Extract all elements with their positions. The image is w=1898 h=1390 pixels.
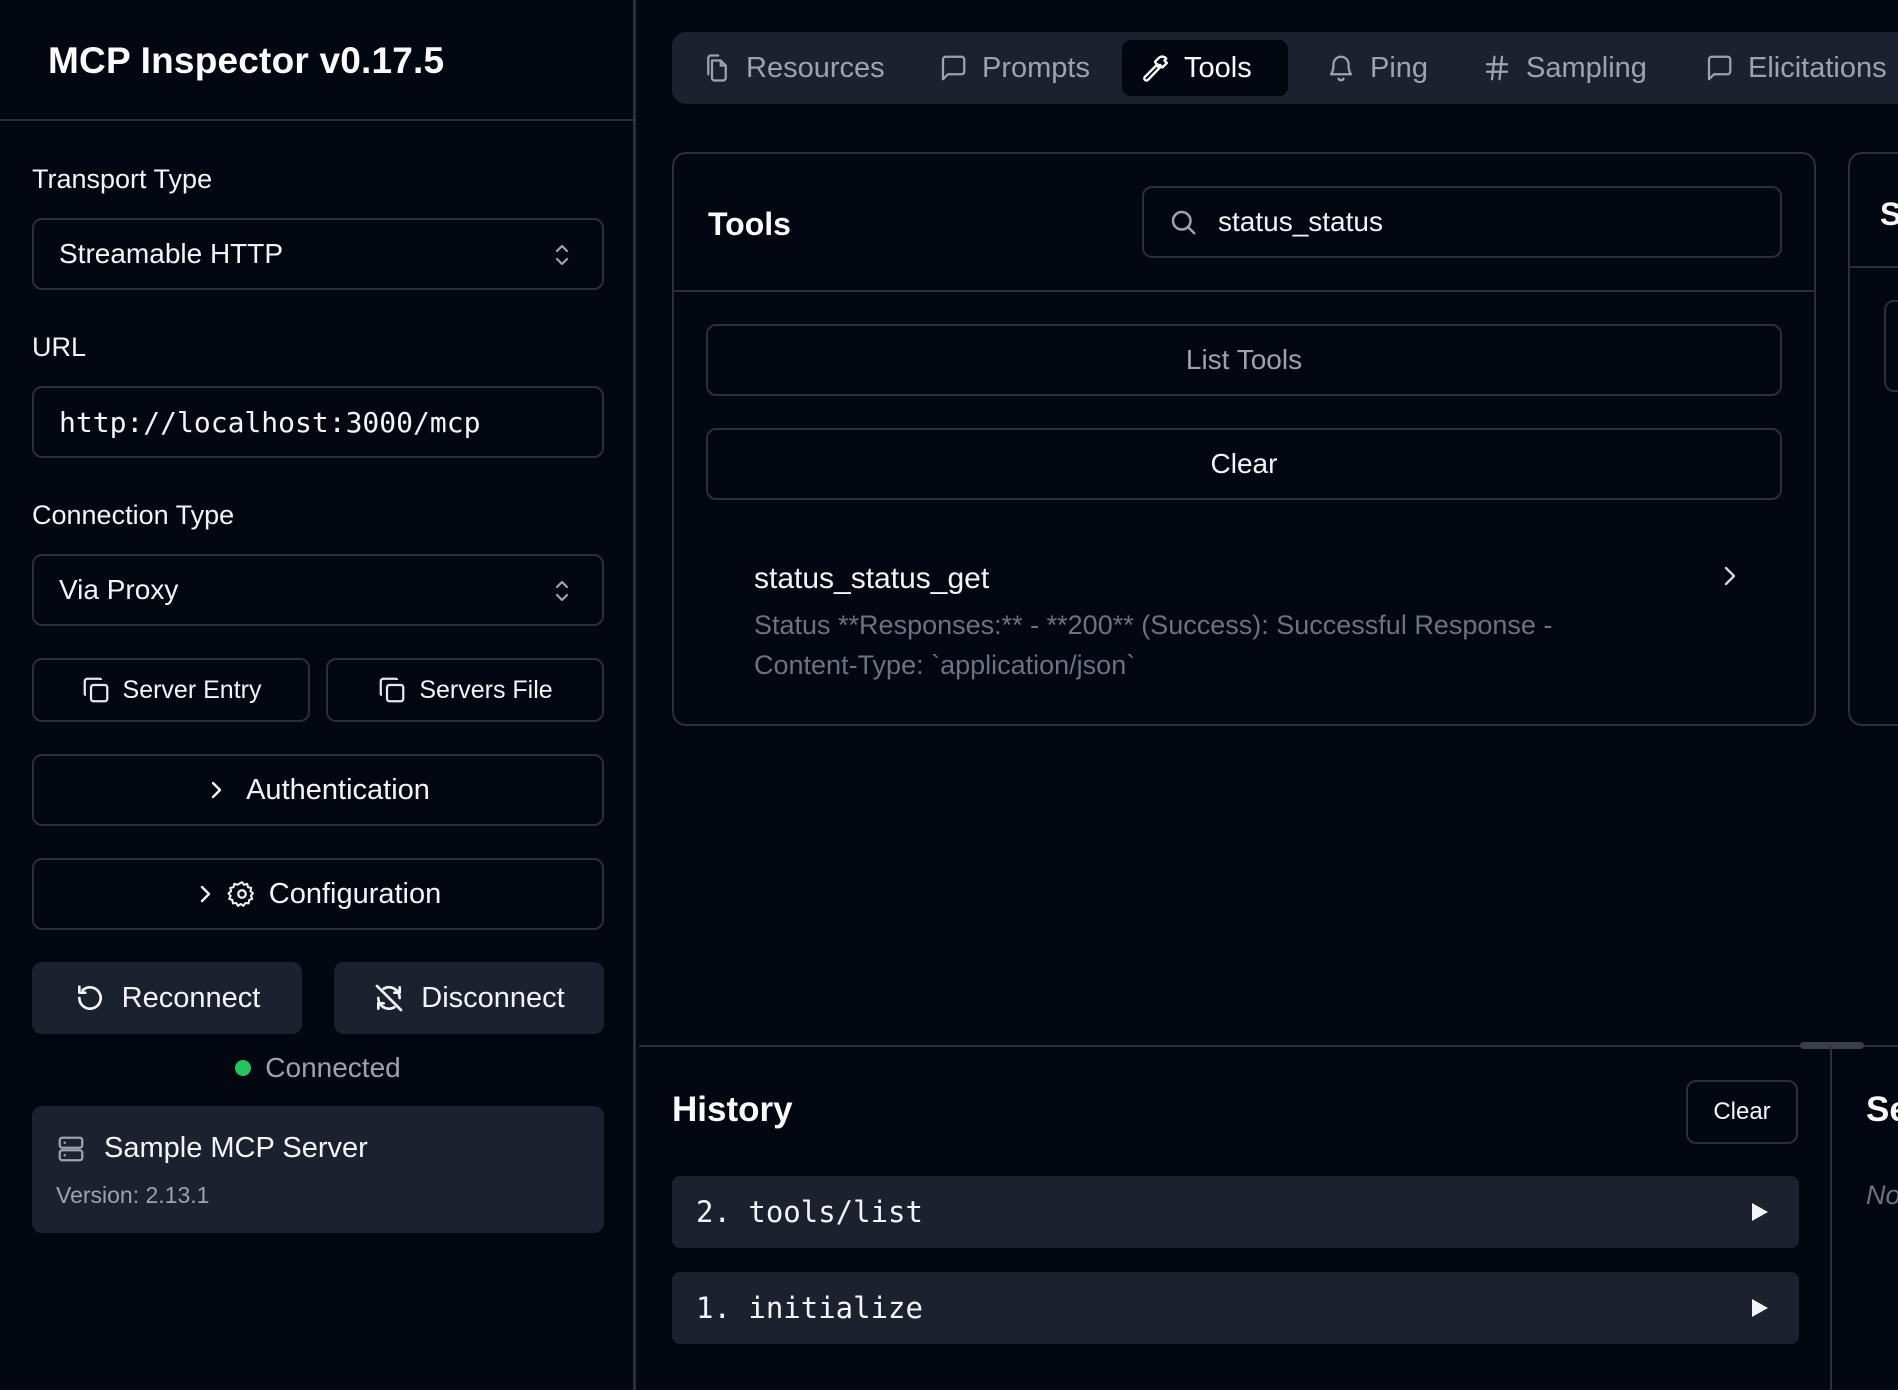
chevrons-up-down-icon [552, 242, 572, 268]
server-entry-label: Server Entry [122, 675, 262, 704]
disconnect-label: Disconnect [421, 981, 565, 1014]
tab-sampling-label: Sampling [1526, 51, 1647, 84]
servers-file-button[interactable]: Servers File [326, 658, 604, 722]
chevron-right-icon [206, 778, 226, 802]
list-tools-button[interactable]: List Tools [706, 324, 1782, 396]
authentication-toggle[interactable]: Authentication [32, 754, 604, 826]
configuration-toggle[interactable]: Configuration [32, 858, 604, 930]
clear-history-label: Clear [1713, 1098, 1771, 1125]
history-vertical-divider [1830, 1046, 1832, 1390]
tool-description-line1: Status **Responses:** - **200** (Success… [754, 610, 1553, 640]
server-notifications-empty: No [1866, 1180, 1898, 1210]
reconnect-label: Reconnect [121, 981, 261, 1014]
connection-type-select[interactable]: Via Proxy [32, 554, 604, 626]
servers-file-label: Servers File [419, 675, 553, 704]
status-text: Connected [265, 1052, 401, 1083]
play-icon [1749, 1200, 1771, 1224]
tab-tools[interactable]: Tools [1122, 40, 1288, 96]
transport-type-label: Transport Type [32, 164, 213, 194]
hammer-icon [1140, 53, 1170, 83]
files-icon [702, 53, 732, 83]
clear-history-button[interactable]: Clear [1686, 1080, 1798, 1144]
search-icon [1168, 207, 1198, 237]
tab-prompts-label: Prompts [982, 51, 1090, 84]
connection-status: Connected [0, 1052, 636, 1084]
tab-elicitations[interactable]: Elicitations [1686, 40, 1898, 96]
copy-icon [81, 675, 111, 705]
clear-tools-button[interactable]: Clear [706, 428, 1782, 500]
history-item[interactable]: 1. initialize [672, 1272, 1799, 1344]
sidebar-header-divider [0, 119, 636, 121]
tab-ping-label: Ping [1370, 51, 1429, 84]
tools-search-input[interactable]: status_status [1142, 186, 1782, 258]
tab-ping[interactable]: Ping [1308, 40, 1446, 96]
bell-icon [1326, 53, 1356, 83]
history-title: History [672, 1090, 793, 1129]
history-item-label: 1. initialize [696, 1291, 923, 1325]
play-icon [1749, 1296, 1771, 1320]
server-name: Sample MCP Server [104, 1132, 368, 1164]
authentication-label: Authentication [246, 773, 430, 806]
server-entry-button[interactable]: Server Entry [32, 658, 310, 722]
tab-bar: Resources Prompts Tools Ping Sampling El… [672, 32, 1898, 104]
copy-icon [377, 675, 407, 705]
sidebar: MCP Inspector v0.17.5 Transport Type Str… [0, 0, 636, 1390]
status-dot [235, 1060, 252, 1076]
tab-resources[interactable]: Resources [684, 40, 903, 96]
app-title: MCP Inspector v0.17.5 [48, 40, 445, 81]
tool-details-divider [1850, 266, 1898, 268]
connection-type-value: Via Proxy [59, 574, 179, 605]
message-square-icon [938, 53, 968, 83]
resize-handle[interactable] [1800, 1042, 1864, 1049]
hash-icon [1482, 53, 1512, 83]
transport-type-value: Streamable HTTP [59, 238, 284, 269]
url-value: http://localhost:3000/mcp [59, 405, 481, 439]
chevron-right-icon [1720, 562, 1740, 590]
server-icon [56, 1134, 86, 1164]
connection-type-label: Connection Type [32, 500, 235, 530]
tool-description-line2: Content-Type: `application/json` [754, 650, 1136, 680]
tool-name: status_status_get [754, 562, 990, 595]
tool-details-title: S [1880, 196, 1898, 232]
tools-panel-title: Tools [708, 206, 791, 242]
server-version: Version: 2.13.1 [56, 1182, 210, 1208]
tool-details-panel: S [1848, 152, 1898, 726]
list-tools-label: List Tools [1185, 344, 1303, 375]
tools-search-value: status_status [1218, 206, 1383, 237]
tools-header-divider [674, 290, 1814, 292]
chevron-right-icon [195, 882, 215, 906]
refresh-off-icon [373, 982, 405, 1014]
clear-tools-label: Clear [1210, 448, 1278, 479]
message-square-icon [1704, 53, 1734, 83]
server-info-card: Sample MCP Server Version: 2.13.1 [32, 1106, 604, 1233]
history-divider [639, 1045, 1898, 1047]
disconnect-button[interactable]: Disconnect [334, 962, 604, 1034]
server-notifications-title: Se [1866, 1090, 1898, 1129]
tools-panel: Tools status_status List Tools Clear sta… [672, 152, 1816, 726]
tab-resources-label: Resources [746, 51, 885, 84]
tool-details-box [1884, 300, 1898, 392]
history-item-label: 2. tools/list [696, 1195, 923, 1229]
tab-tools-label: Tools [1184, 51, 1252, 84]
tab-elicitations-label: Elicitations [1748, 51, 1887, 84]
chevrons-up-down-icon [552, 578, 572, 604]
transport-type-select[interactable]: Streamable HTTP [32, 218, 604, 290]
reconnect-button[interactable]: Reconnect [32, 962, 302, 1034]
tab-sampling[interactable]: Sampling [1464, 40, 1665, 96]
gear-icon [227, 879, 257, 909]
url-label: URL [32, 332, 87, 362]
tool-list-item[interactable]: status_status_get Status **Responses:** … [706, 532, 1782, 692]
tab-prompts[interactable]: Prompts [920, 40, 1108, 96]
url-input[interactable]: http://localhost:3000/mcp [32, 386, 604, 458]
configuration-label: Configuration [268, 877, 442, 910]
rotate-ccw-icon [74, 982, 106, 1014]
history-item[interactable]: 2. tools/list [672, 1176, 1799, 1248]
